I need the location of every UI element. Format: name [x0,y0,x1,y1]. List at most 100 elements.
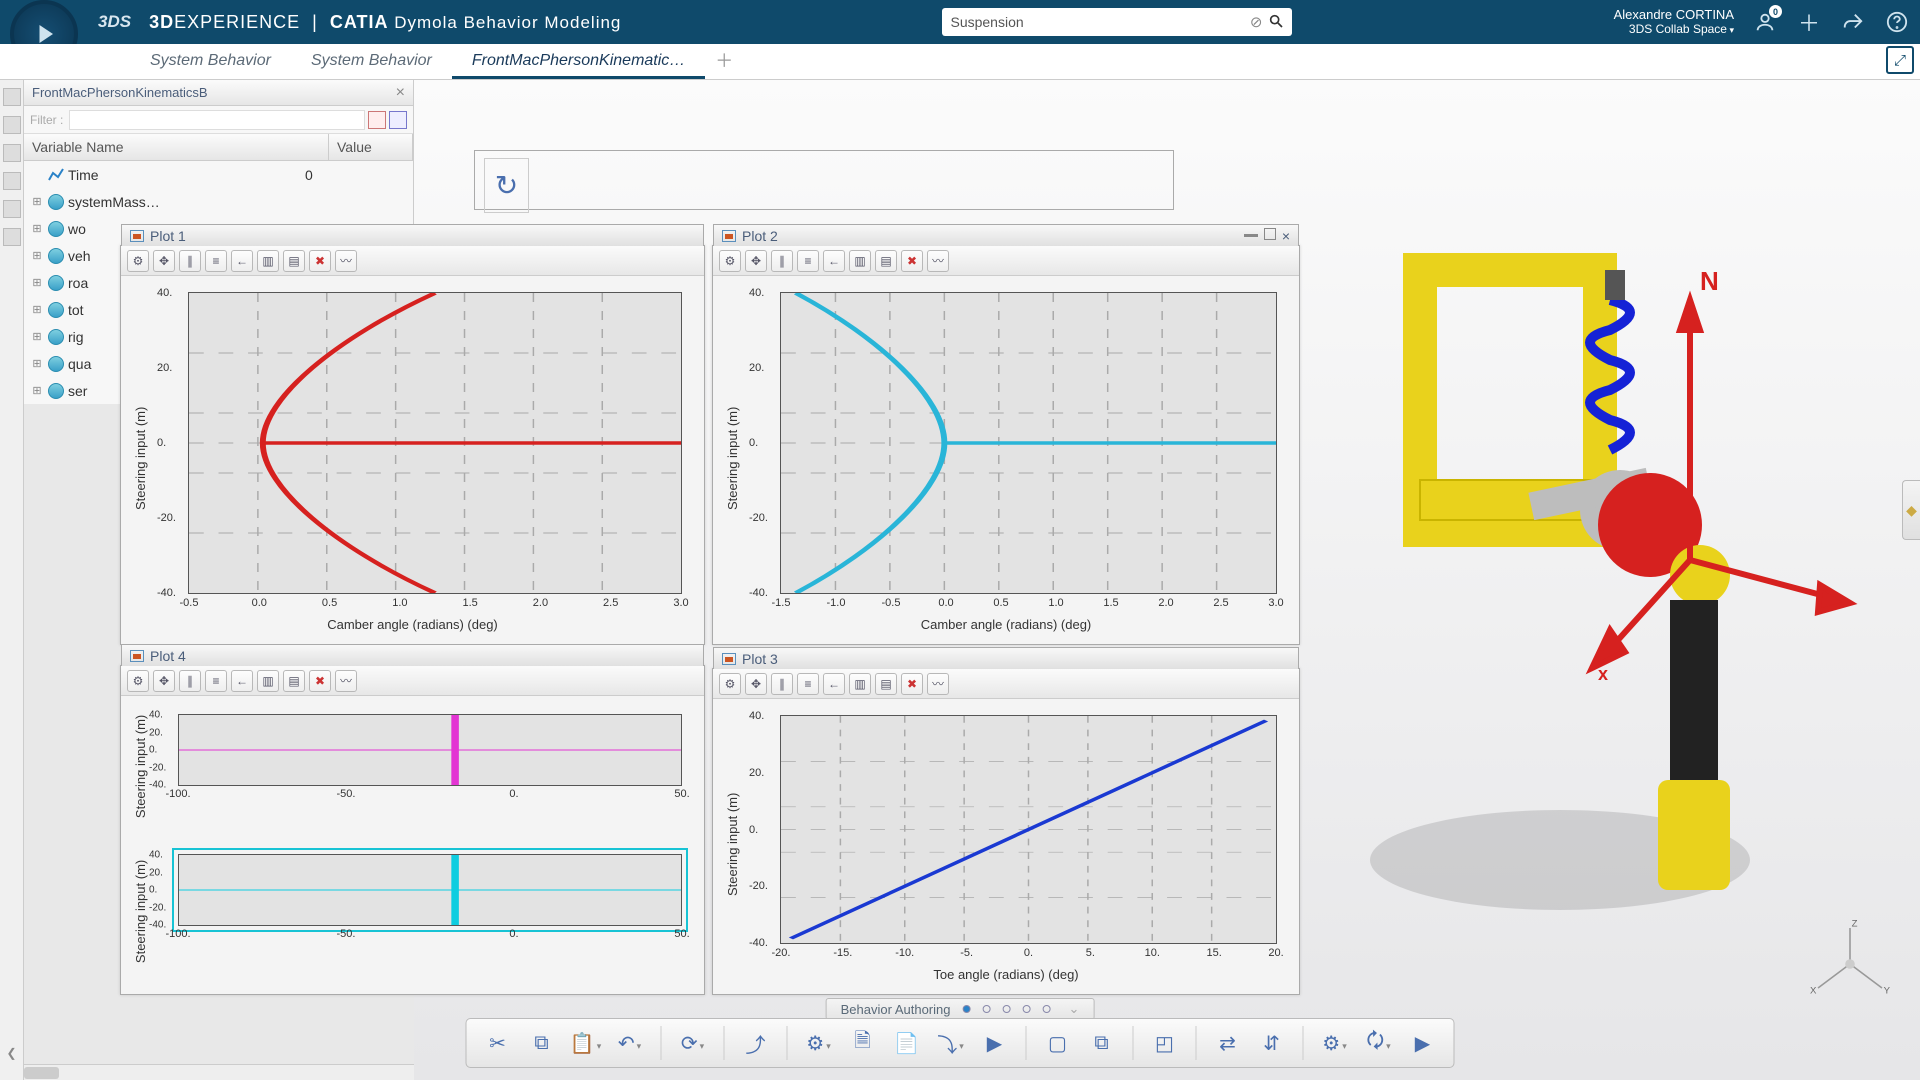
strip-tool-1[interactable] [3,88,21,106]
link-button[interactable]: ⇄ [1211,1026,1245,1060]
tb-hbar[interactable]: ≡ [205,670,227,692]
help-icon[interactable] [1884,9,1910,35]
frame-button[interactable]: ◰ [1148,1026,1182,1060]
tb-g2[interactable]: ▤ [283,250,305,272]
gear-button[interactable]: ⚙ [1318,1026,1352,1060]
play-button[interactable]: ▶ [978,1026,1012,1060]
pill-dot-5[interactable] [1042,1005,1050,1013]
strip-tool-5[interactable] [3,200,21,218]
tb-vbar[interactable]: ∥ [771,673,793,695]
view-cube[interactable]: Z Y X [1810,920,1890,1000]
panel-hscroll[interactable] [24,1064,414,1080]
pill-dot-4[interactable] [1022,1005,1030,1013]
strip-tool-4[interactable] [3,172,21,190]
tb-del[interactable]: ✖ [901,673,923,695]
tb-hbar[interactable]: ≡ [797,673,819,695]
tb-fit[interactable]: ✥ [153,670,175,692]
stop-button[interactable]: ▢ [1041,1026,1075,1060]
plot3-titlebar[interactable]: Plot 3 [713,647,1299,669]
next-button[interactable]: ▶ [1406,1026,1440,1060]
refresh-button[interactable]: ⟳ [676,1026,710,1060]
panel-close-button[interactable]: × [396,84,405,102]
tab-system-behavior-2[interactable]: System Behavior [291,44,452,79]
tb-g1[interactable]: ▥ [257,670,279,692]
tb-vbar[interactable]: ∥ [771,250,793,272]
pill-expand-icon[interactable]: ⌄ [1068,1001,1079,1017]
tb-back[interactable]: ← [823,250,845,272]
search-icon[interactable] [1268,13,1284,32]
strip-tool-2[interactable] [3,116,21,134]
add-tab-button[interactable]: ＋ [705,39,743,79]
import-button[interactable]: ⤵ [934,1026,968,1060]
tb-wave[interactable]: 〰 [335,670,357,692]
tree-twisty[interactable]: ⊞ [30,276,44,289]
tb-g1[interactable]: ▥ [849,250,871,272]
plot-window-1[interactable]: Plot 1 ⚙✥∥≡←▥▤✖〰 Steering input (m) -0.5… [120,245,705,645]
sim-config-button[interactable]: ⚙ [802,1026,836,1060]
tb-back[interactable]: ← [231,670,253,692]
tb-g1[interactable]: ▥ [849,673,871,695]
tb-hbar[interactable]: ≡ [205,250,227,272]
plot4-titlebar[interactable]: Plot 4 [121,644,704,666]
col-value[interactable]: Value [329,134,413,160]
clear-search-icon[interactable]: ⊘ [1250,13,1263,31]
plot3-area[interactable]: -20.-15.-10.-5.0.5.10.15.20.40.20.0.-20.… [780,715,1277,944]
tree-row[interactable]: ⊞systemMass… [24,188,413,215]
plot4-sub-a[interactable]: 40.20.0.-20.-40. [178,714,682,786]
search-input[interactable] [950,14,1249,30]
tb-wave[interactable]: 〰 [927,673,949,695]
user-meta[interactable]: Alexandre CORTINA 3DS Collab Space [1614,7,1734,38]
tab-system-behavior-1[interactable]: System Behavior [130,44,291,79]
plot2-titlebar[interactable]: Plot 2 × [713,224,1299,246]
tree-twisty[interactable]: ⊞ [30,384,44,397]
tb-g1[interactable]: ▥ [257,250,279,272]
share-icon[interactable] [1840,9,1866,35]
pill-dot-2[interactable] [982,1005,990,1013]
paste-button[interactable]: 📋 [569,1026,603,1060]
report-button[interactable]: 📄 [890,1026,924,1060]
add-icon[interactable]: ＋ [1796,9,1822,35]
tb-config[interactable]: ⚙ [719,250,741,272]
sync-button[interactable]: 🗘 [1362,1026,1396,1060]
tb-wave[interactable]: 〰 [335,250,357,272]
tb-del[interactable]: ✖ [901,250,923,272]
tree-twisty[interactable]: ⊞ [30,330,44,343]
strip-tool-6[interactable] [3,228,21,246]
tab-front-macpherson[interactable]: FrontMacPhersonKinematic… [452,44,705,79]
tree-twisty[interactable]: ⊞ [30,222,44,235]
copy-button[interactable]: ⧉ [525,1026,559,1060]
tb-hbar[interactable]: ≡ [797,250,819,272]
tb-config[interactable]: ⚙ [719,673,741,695]
plots-max-icon[interactable] [1264,228,1276,240]
tb-config[interactable]: ⚙ [127,670,149,692]
doc-button[interactable]: 🗎 [846,1026,880,1060]
filter-input[interactable] [69,110,365,130]
strip-expander[interactable]: ❮ [6,1046,16,1060]
search-box[interactable]: ⊘ [942,8,1292,36]
tree-twisty[interactable]: ⊞ [30,249,44,262]
plots-min-icon[interactable] [1244,234,1258,237]
fullscreen-button[interactable]: ⤢ [1886,46,1914,74]
tb-g2[interactable]: ▤ [875,250,897,272]
tree-row[interactable]: Time0 [24,161,413,188]
tb-vbar[interactable]: ∥ [179,670,201,692]
tree-twisty[interactable]: ⊞ [30,195,44,208]
undo-button[interactable]: ↶ [613,1026,647,1060]
plot1-titlebar[interactable]: Plot 1 [121,224,704,246]
tb-config[interactable]: ⚙ [127,250,149,272]
plot4-sub-b[interactable]: 40.20.0.-20.-40. [178,854,682,926]
tree-twisty[interactable]: ⊞ [30,303,44,316]
plot1-area[interactable]: -0.50.00.51.01.52.02.53.040.20.0.-20.-40… [188,292,682,594]
tb-fit[interactable]: ✥ [745,673,767,695]
tree-twisty[interactable]: ⊞ [30,357,44,370]
diagram-block-icon[interactable]: ↻ [484,158,529,213]
right-flyout-handle[interactable]: ◆ [1902,480,1920,540]
link2-button[interactable]: ⇵ [1255,1026,1289,1060]
export-button[interactable]: ⤴ [739,1026,773,1060]
tb-del[interactable]: ✖ [309,670,331,692]
tb-del[interactable]: ✖ [309,250,331,272]
strip-tool-3[interactable] [3,144,21,162]
pill-dot-3[interactable] [1002,1005,1010,1013]
profile-icon[interactable]: 0 [1752,9,1778,35]
plot-window-2[interactable]: Plot 2 × ⚙✥∥≡←▥▤✖〰 Steering input (m) -1… [712,245,1300,645]
